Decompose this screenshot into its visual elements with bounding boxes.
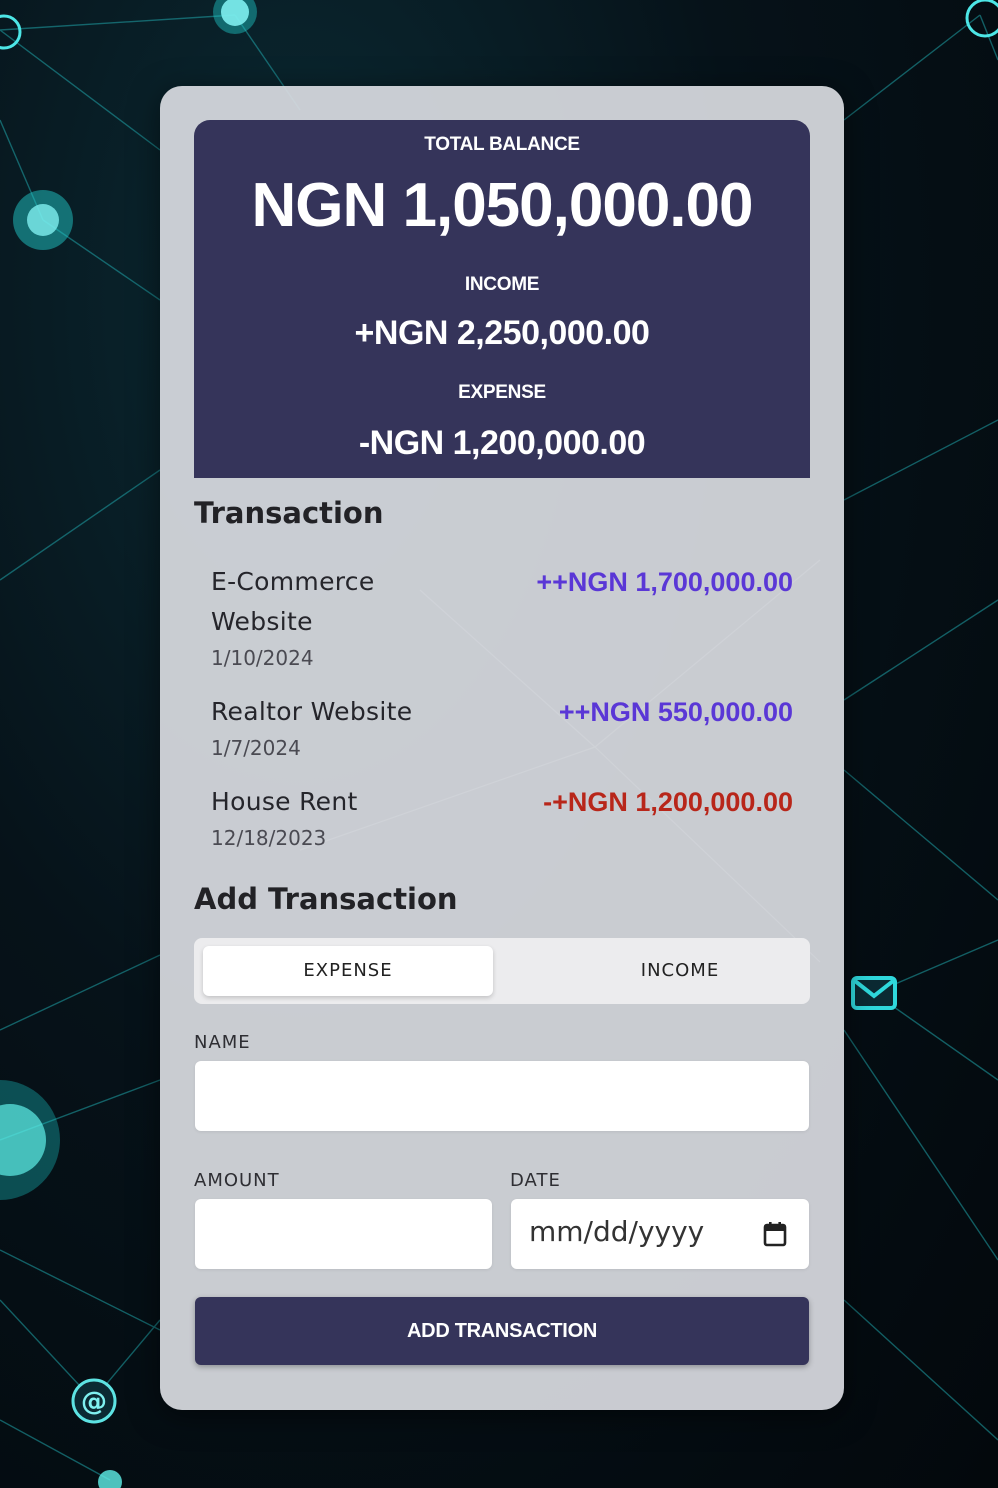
type-toggle: EXPENSE INCOME <box>194 938 810 1004</box>
transaction-name: E-Commerce <box>211 567 375 596</box>
name-label: NAME <box>194 1032 251 1053</box>
income-value: +NGN 2,250,000.00 <box>354 314 650 352</box>
transaction-date: 12/18/2023 <box>211 826 327 850</box>
svg-text:@: @ <box>81 1387 107 1417</box>
income-toggle-button[interactable]: INCOME <box>535 946 825 996</box>
transaction-row[interactable]: House Rent 12/18/2023 -+NGN 1,200,000.00 <box>211 782 793 852</box>
name-input[interactable] <box>195 1061 809 1131</box>
calendar-icon[interactable] <box>763 1221 787 1247</box>
transaction-name: House Rent <box>211 787 358 816</box>
total-balance-value: NGN 1,050,000.00 <box>251 171 753 240</box>
total-balance-label: TOTAL BALANCE <box>424 134 580 155</box>
expense-label: EXPENSE <box>458 382 546 403</box>
amount-label: AMOUNT <box>194 1170 280 1191</box>
transactions-title: Transaction <box>194 496 384 530</box>
finance-tracker-card: TOTAL BALANCE NGN 1,050,000.00 INCOME +N… <box>160 86 844 1410</box>
transaction-name-line2: Website <box>211 607 313 636</box>
transaction-row[interactable]: E-Commerce Website 1/10/2024 ++NGN 1,700… <box>211 562 793 672</box>
transaction-amount: ++NGN 550,000.00 <box>558 697 793 727</box>
transaction-date: 1/7/2024 <box>211 736 301 760</box>
date-input[interactable]: mm/dd/yyyy <box>511 1199 809 1269</box>
transaction-date: 1/10/2024 <box>211 646 314 670</box>
transaction-name: Realtor Website <box>211 697 413 726</box>
mail-icon <box>851 976 897 1010</box>
date-placeholder: mm/dd/yyyy <box>529 1215 705 1248</box>
income-label: INCOME <box>464 274 540 295</box>
balance-panel: TOTAL BALANCE NGN 1,050,000.00 INCOME +N… <box>194 120 810 478</box>
expense-toggle-button[interactable]: EXPENSE <box>203 946 493 996</box>
transaction-row[interactable]: Realtor Website 1/7/2024 ++NGN 550,000.0… <box>211 692 793 762</box>
add-transaction-title: Add Transaction <box>194 882 458 916</box>
transaction-amount: ++NGN 1,700,000.00 <box>536 567 793 597</box>
date-label: DATE <box>510 1170 561 1191</box>
amount-input[interactable] <box>195 1199 492 1269</box>
expense-value: -NGN 1,200,000.00 <box>358 424 646 462</box>
transaction-amount: -+NGN 1,200,000.00 <box>543 787 793 817</box>
add-transaction-button[interactable]: ADD TRANSACTION <box>195 1297 809 1365</box>
at-sign-icon: @ <box>71 1378 117 1424</box>
